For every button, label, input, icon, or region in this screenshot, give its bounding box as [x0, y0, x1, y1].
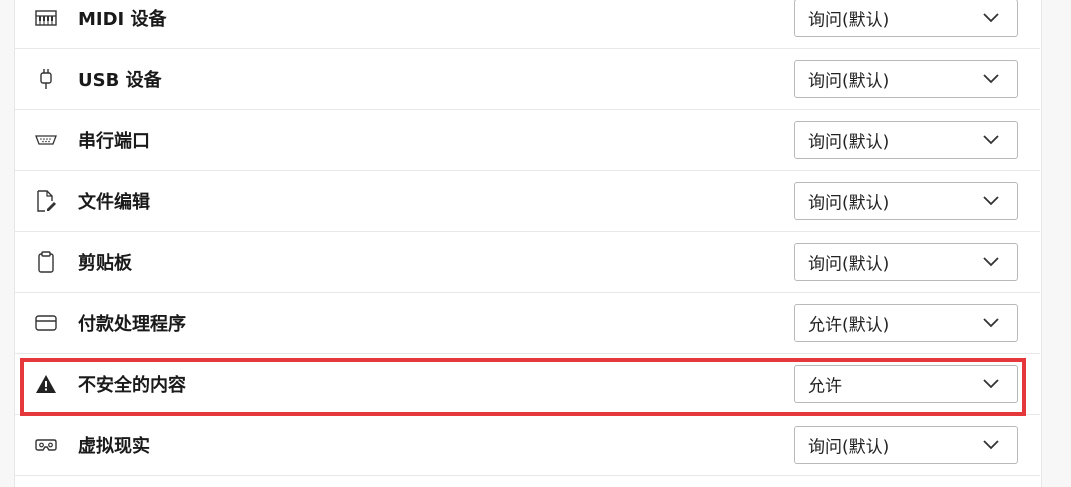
setting-row-file-editing: 文件编辑 询问(默认)	[14, 171, 1040, 232]
permission-dropdown[interactable]: 询问(默认)	[794, 0, 1018, 37]
dropdown-value: 询问(默认)	[808, 254, 890, 275]
warning-icon	[34, 372, 58, 396]
vr-headset-icon	[34, 433, 58, 457]
chevron-down-icon	[983, 135, 999, 145]
setting-row-serial: 串行端口 询问(默认)	[14, 110, 1040, 171]
credit-card-icon	[34, 311, 58, 335]
setting-row-virtual-reality: 虚拟现实 询问(默认)	[14, 415, 1040, 476]
chevron-down-icon	[983, 13, 999, 23]
setting-row-insecure-content: 不安全的内容 允许	[14, 354, 1040, 415]
dropdown-value: 询问(默认)	[808, 10, 890, 31]
dropdown-value: 允许(默认)	[808, 315, 890, 336]
setting-label: USB 设备	[78, 70, 162, 91]
setting-row-payment-handlers: 付款处理程序 允许(默认)	[14, 293, 1040, 354]
permission-dropdown[interactable]: 允许	[794, 365, 1018, 403]
file-edit-icon	[34, 189, 58, 213]
chevron-down-icon	[983, 379, 999, 389]
serial-port-icon	[34, 128, 58, 152]
setting-label: 虚拟现实	[78, 436, 150, 457]
chevron-down-icon	[983, 318, 999, 328]
permission-dropdown[interactable]: 询问(默认)	[794, 182, 1018, 220]
setting-row-midi: MIDI 设备 询问(默认)	[14, 0, 1040, 49]
chevron-down-icon	[983, 257, 999, 267]
clipboard-icon	[34, 250, 58, 274]
dropdown-value: 允许	[808, 376, 842, 397]
setting-row-usb: USB 设备 询问(默认)	[14, 49, 1040, 110]
permission-dropdown[interactable]: 询问(默认)	[794, 426, 1018, 464]
usb-icon	[34, 67, 58, 91]
permission-dropdown[interactable]: 询问(默认)	[794, 243, 1018, 281]
setting-label: 不安全的内容	[78, 375, 186, 396]
chevron-down-icon	[983, 74, 999, 84]
setting-label: 串行端口	[78, 131, 150, 152]
permission-dropdown[interactable]: 询问(默认)	[794, 121, 1018, 159]
setting-label: MIDI 设备	[78, 9, 167, 30]
chevron-down-icon	[983, 440, 999, 450]
chevron-down-icon	[983, 196, 999, 206]
setting-row-clipboard: 剪贴板 询问(默认)	[14, 232, 1040, 293]
midi-keyboard-icon	[34, 6, 58, 30]
setting-label: 文件编辑	[78, 192, 150, 213]
dropdown-value: 询问(默认)	[808, 437, 890, 458]
setting-label: 付款处理程序	[78, 314, 186, 335]
dropdown-value: 询问(默认)	[808, 193, 890, 214]
permission-dropdown[interactable]: 允许(默认)	[794, 304, 1018, 342]
setting-label: 剪贴板	[78, 253, 132, 274]
permission-dropdown[interactable]: 询问(默认)	[794, 60, 1018, 98]
dropdown-value: 询问(默认)	[808, 132, 890, 153]
dropdown-value: 询问(默认)	[808, 71, 890, 92]
